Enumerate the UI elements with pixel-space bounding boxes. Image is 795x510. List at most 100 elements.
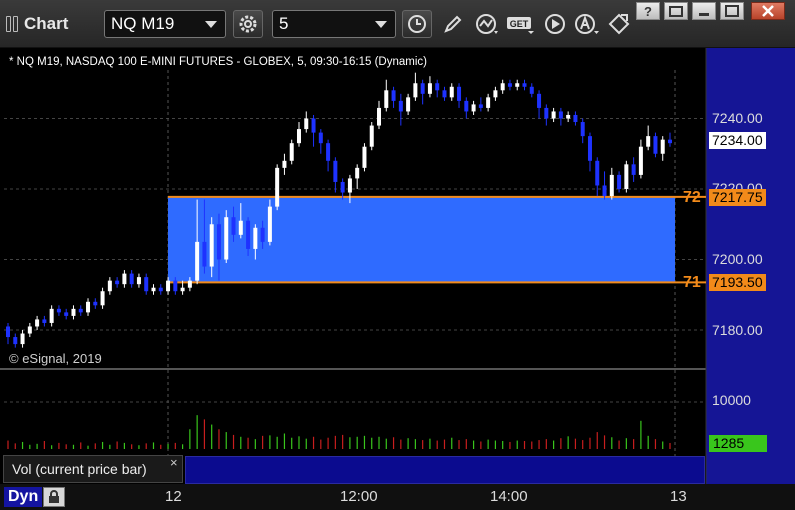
window-title-text: Chart <box>24 14 69 33</box>
studies-button[interactable] <box>472 10 502 38</box>
candle-body <box>580 122 585 137</box>
drag-grip-icon[interactable] <box>6 16 20 32</box>
candle-body <box>107 280 112 292</box>
candle-body <box>391 90 396 101</box>
candle-body <box>566 114 571 119</box>
symbol-select[interactable]: NQ M19 <box>104 10 226 38</box>
candle-body <box>122 273 127 285</box>
candle-body <box>202 241 207 267</box>
candle-body <box>318 132 323 144</box>
candle-body <box>151 287 156 292</box>
copyright-text: © eSignal, 2019 <box>9 351 102 366</box>
candle-body <box>347 178 352 193</box>
candle-body <box>260 227 265 242</box>
candle-body <box>64 312 69 316</box>
candle-body <box>311 118 316 133</box>
volume-last-tag: 1285 <box>709 435 767 452</box>
candle-body <box>486 97 491 108</box>
candle-body <box>20 333 25 345</box>
level-number: 71 <box>683 274 701 291</box>
x-tick-label: 13 <box>670 488 687 505</box>
x-tick-label: 12 <box>165 488 182 505</box>
interval-value: 5 <box>279 14 289 33</box>
candle-body <box>100 291 105 306</box>
window-title[interactable]: Chart <box>6 14 68 34</box>
candle-body <box>442 90 447 98</box>
candle-body <box>78 308 83 313</box>
candle-body <box>435 83 440 91</box>
maximize-button[interactable] <box>720 2 744 20</box>
candle-body <box>71 308 76 316</box>
clock-icon <box>408 15 426 33</box>
candle-body <box>355 167 360 179</box>
candle-body <box>27 326 32 334</box>
candle-body <box>86 301 91 313</box>
interval-settings-button[interactable] <box>402 10 432 38</box>
candle-body <box>224 217 229 260</box>
dynamic-mode-button[interactable]: Dyn <box>4 487 43 507</box>
restore-button[interactable] <box>664 2 688 20</box>
candle-body <box>209 224 214 267</box>
candle-body <box>377 107 382 126</box>
y-tick-label: 7180.00 <box>712 322 763 338</box>
candle-body <box>115 280 120 285</box>
play-button[interactable] <box>540 10 570 38</box>
minimize-button[interactable] <box>692 2 716 20</box>
candle-body <box>369 125 374 147</box>
lock-button[interactable] <box>43 487 65 507</box>
help-button[interactable]: ? <box>636 2 660 20</box>
candle-body <box>289 143 294 161</box>
candle-body <box>624 164 629 189</box>
candle-body <box>384 90 389 108</box>
study-label[interactable]: Vol (current price bar) <box>3 455 183 483</box>
candle-body <box>551 111 556 119</box>
draw-tool-button[interactable] <box>438 10 468 38</box>
candle-body <box>136 277 141 285</box>
study-close-icon[interactable]: × <box>170 455 178 470</box>
lock-icon <box>49 490 59 503</box>
candle-body <box>129 273 134 285</box>
interval-select[interactable]: 5 <box>272 10 396 38</box>
candle-body <box>6 326 10 338</box>
x-tick-label: 14:00 <box>490 488 528 505</box>
maximize-icon <box>725 5 739 17</box>
level-price-tag: 7217.75 <box>709 189 766 206</box>
close-button[interactable] <box>751 2 785 20</box>
candle-body <box>304 118 309 130</box>
study-scroll-strip[interactable] <box>185 456 705 484</box>
candle-body <box>668 139 672 144</box>
candle-body <box>13 337 18 345</box>
candle-body <box>158 287 163 292</box>
svg-text:GET: GET <box>510 19 529 29</box>
symbol-settings-button[interactable] <box>233 10 263 38</box>
candle-body <box>500 83 505 91</box>
candle-body <box>49 308 54 323</box>
candle-body <box>427 83 432 94</box>
candle-body <box>195 241 200 281</box>
chevron-down-icon <box>205 21 217 28</box>
alerts-button[interactable] <box>572 10 602 38</box>
level-price-tag: 7193.50 <box>709 274 766 291</box>
candle-body <box>602 185 607 197</box>
candle-body <box>180 287 185 292</box>
candle-body <box>413 83 418 98</box>
price-chart[interactable] <box>0 48 795 484</box>
candle-body <box>449 86 454 98</box>
candle-body <box>340 181 345 193</box>
candle-body <box>478 104 483 108</box>
chart-header: * NQ M19, NASDAQ 100 E-MINI FUTURES - GL… <box>9 56 427 68</box>
play-icon <box>545 14 565 34</box>
price-zone <box>168 196 675 283</box>
candle-body <box>267 206 272 242</box>
candle-body <box>246 220 251 249</box>
candle-body <box>595 160 600 186</box>
candle-body <box>464 100 469 112</box>
candle-body <box>420 83 425 94</box>
candle-body <box>93 301 98 306</box>
candle-body <box>166 280 171 292</box>
link-button[interactable] <box>604 10 634 38</box>
get-data-button[interactable]: GET <box>506 10 536 38</box>
candle-body <box>507 83 512 87</box>
candle-body <box>187 280 192 288</box>
volume-tick-label: 10000 <box>712 392 751 408</box>
